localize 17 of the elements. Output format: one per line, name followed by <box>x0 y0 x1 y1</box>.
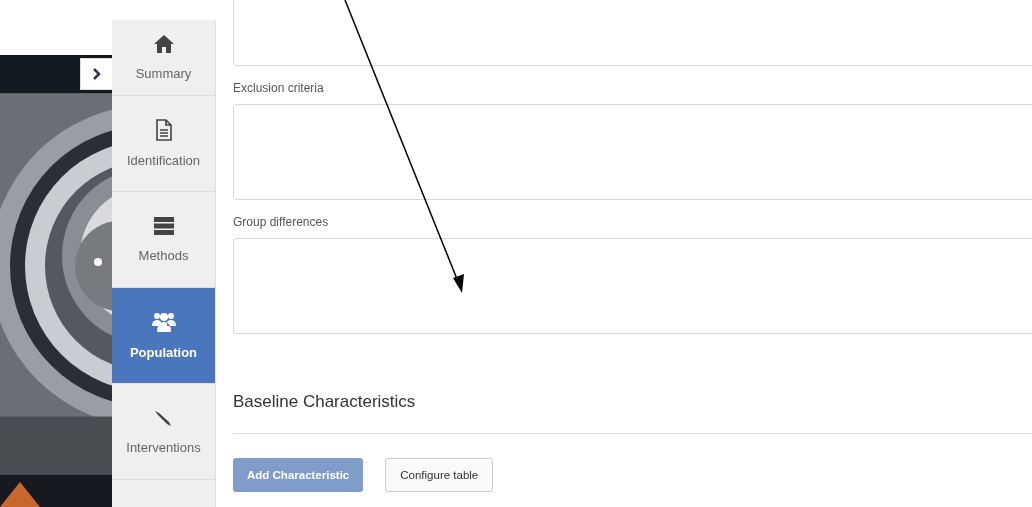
nav-tab[interactable]: Population <box>112 288 215 384</box>
expand-button[interactable] <box>80 58 112 90</box>
configure-table-button[interactable]: Configure table <box>385 458 494 492</box>
chevron-right-icon <box>91 68 102 80</box>
server-icon <box>152 216 175 236</box>
field-label: Group differences <box>233 215 330 229</box>
section-heading: Baseline Characteristics <box>233 392 417 412</box>
document-icon <box>154 119 173 141</box>
people-icon <box>150 311 177 333</box>
nav-tab[interactable]: Summary <box>112 20 215 96</box>
nav-tab[interactable]: Identification <box>112 96 215 192</box>
add-characteristic-button[interactable]: Add Characteristic <box>233 458 364 492</box>
field-label: Exclusion criteria <box>233 81 325 95</box>
text-area[interactable] <box>233 104 1032 200</box>
home-icon <box>152 34 175 54</box>
text-area[interactable] <box>233 238 1032 334</box>
nav-tab[interactable]: Interventions <box>112 384 215 480</box>
